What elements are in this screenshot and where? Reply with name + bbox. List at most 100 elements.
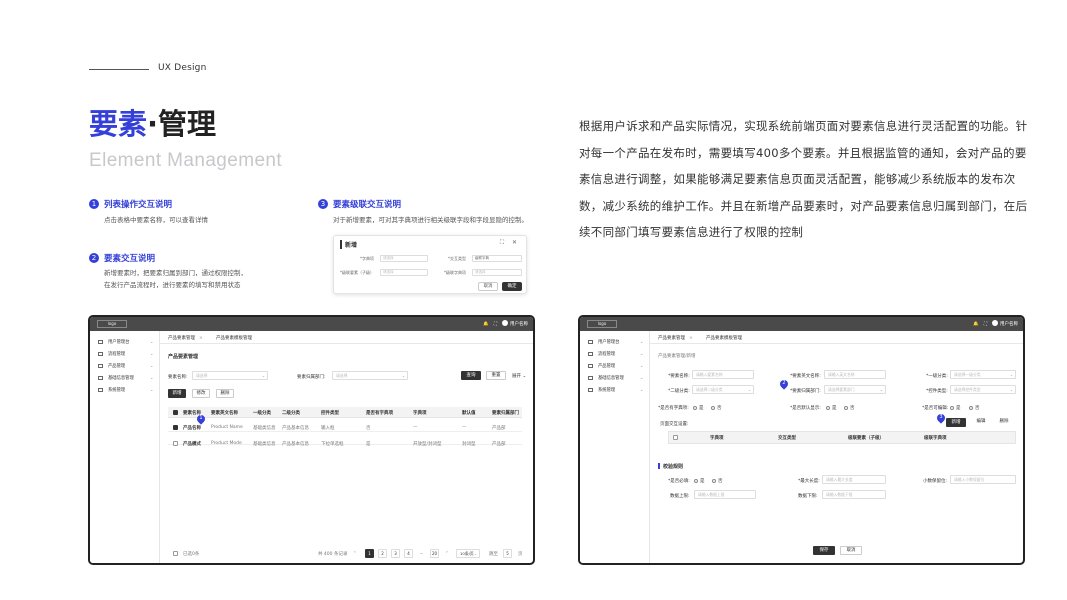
jump-input[interactable]: 5 xyxy=(503,549,512,558)
fullscreen-icon[interactable]: ⛶ xyxy=(984,322,987,327)
dialog-field-dict[interactable]: 请选择 xyxy=(380,255,428,262)
save-button[interactable]: 保存 xyxy=(813,546,835,555)
note-desc-1: 点击表格中要素名称，可以查看详情 xyxy=(104,216,208,224)
per-page-select[interactable]: 10条/页 ⌄ xyxy=(456,549,480,558)
radio-default-show-yes[interactable]: 是 xyxy=(826,405,837,411)
sidebar-item-base[interactable]: 基础信息管理 ⌄ xyxy=(588,375,643,381)
tab-element-manage[interactable]: 产品要素管理 × xyxy=(168,335,203,341)
field-control-select[interactable]: 请选择控件类型 ⌄ xyxy=(950,385,1016,394)
radio-editable-no[interactable]: 否 xyxy=(969,405,980,411)
note-number-2: 2 xyxy=(89,253,99,263)
search-button[interactable]: 查询 xyxy=(461,371,481,380)
validate-lower-input[interactable]: 请输入数据下限 xyxy=(822,490,886,499)
radio-required-yes[interactable]: 是 xyxy=(694,478,705,484)
filter-name-label: 要素名称: xyxy=(168,375,188,380)
validate-maxlen-label: *最大长度: xyxy=(798,479,820,484)
dialog-field-type[interactable]: 级联字典 xyxy=(472,255,522,262)
field-cat1-select[interactable]: 请选择一级分类 ⌄ xyxy=(950,370,1016,379)
sidebar-item-user[interactable]: 用户管理台 ⌄ xyxy=(98,339,153,345)
config-add-button[interactable]: 新增 xyxy=(946,418,966,427)
chevron-down-icon: ⌄ xyxy=(150,339,154,344)
dialog-field-cascade[interactable]: 请选择 xyxy=(380,269,428,276)
row-cell: 产品基本信息 xyxy=(282,426,309,431)
sidebar-item-system[interactable]: 系统管理 ⌄ xyxy=(588,387,643,393)
config-col-cascade: 级联要素（子级） xyxy=(848,436,884,441)
radio-has-dict-no[interactable]: 否 xyxy=(711,405,722,411)
sidebar-item-flow[interactable]: 流程管理 ⌄ xyxy=(98,351,153,357)
user-name[interactable]: 用户名称 xyxy=(510,322,528,327)
select-all-checkbox[interactable] xyxy=(173,410,178,415)
dialog-cancel-button[interactable]: 取消 xyxy=(478,282,498,291)
row-cell: 基础类信息 xyxy=(253,442,276,447)
row-cell: 产品部 xyxy=(492,426,506,431)
cancel-button[interactable]: 取消 xyxy=(840,546,862,555)
radio-editable-yes[interactable]: 是 xyxy=(950,405,961,411)
mail-icon xyxy=(588,339,593,344)
config-delete-button[interactable]: 删除 xyxy=(994,418,1014,427)
dialog-field-cascade-dict[interactable]: 请选择 xyxy=(472,269,522,276)
field-cat2-select[interactable]: 请选择二级分类 ⌄ xyxy=(692,385,754,394)
row-cell: 下拉单选框 xyxy=(321,442,344,447)
tab-element-template[interactable]: 产品要素模板管理 xyxy=(216,335,252,341)
fullscreen-icon[interactable]: ⛶ xyxy=(494,322,497,327)
row-checkbox[interactable] xyxy=(173,425,178,430)
row-cell: 产品基本信息 xyxy=(282,442,309,447)
field-dept-select[interactable]: 请选择要素部门 ⌄ xyxy=(824,385,886,394)
expand-link[interactable]: 展开 ⌄ xyxy=(512,373,526,379)
sidebar-item-base[interactable]: 基础信息管理 ⌄ xyxy=(98,375,153,381)
tab-element-manage[interactable]: 产品要素管理 × xyxy=(658,335,693,341)
validate-upper-input[interactable]: 请输入数据上限 xyxy=(694,490,756,499)
radio-has-dict-yes[interactable]: 是 xyxy=(693,405,704,411)
delete-button[interactable]: 删除 xyxy=(216,389,234,398)
radio-default-show-no[interactable]: 否 xyxy=(844,405,855,411)
page-20[interactable]: 20 xyxy=(430,549,439,558)
row-cell: 否 xyxy=(366,426,371,431)
filter-name-select[interactable]: 请选择 ⌄ xyxy=(192,371,268,380)
field-name-input[interactable]: 请输入要素名称 xyxy=(692,370,754,379)
dialog-ok-button[interactable]: 确定 xyxy=(502,282,522,291)
bell-icon[interactable]: 🔔 xyxy=(483,322,489,327)
footer-checkbox[interactable] xyxy=(173,551,178,556)
field-control-label: *控件类型: xyxy=(926,389,948,394)
sidebar-item-flow[interactable]: 流程管理 ⌄ xyxy=(588,351,643,357)
prev-page-icon[interactable]: ‹ xyxy=(354,550,356,555)
col-control: 控件类型 xyxy=(321,411,339,416)
annotation-pin-3-number: 3 xyxy=(939,414,943,420)
sidebar-item-product[interactable]: 产品管理 ⌄ xyxy=(588,363,643,369)
next-page-icon[interactable]: › xyxy=(446,550,448,555)
config-select-all[interactable] xyxy=(673,435,678,440)
edit-button[interactable]: 修改 xyxy=(192,389,210,398)
avatar[interactable] xyxy=(502,320,508,326)
dialog-field-type-label: *交互类型 xyxy=(448,256,466,261)
row-checkbox[interactable] xyxy=(173,441,178,446)
filter-dept-select[interactable]: 请选择 ⌄ xyxy=(332,371,408,380)
sidebar-item-product[interactable]: 产品管理 ⌄ xyxy=(98,363,153,369)
config-edit-button[interactable]: 编辑 xyxy=(971,418,991,427)
page-2[interactable]: 2 xyxy=(378,549,387,558)
row-cell-name[interactable]: 产品模式 xyxy=(183,441,201,447)
validate-maxlen-input[interactable]: 请输入最大长度 xyxy=(822,475,886,484)
field-en-name-input[interactable]: 请输入英文名称 xyxy=(824,370,886,379)
row-cell: Product Mode xyxy=(211,441,242,446)
row-cell: Product Name xyxy=(211,425,243,430)
avatar[interactable] xyxy=(992,320,998,326)
page-1[interactable]: 1 xyxy=(365,549,374,558)
dialog-window-icons[interactable]: ⛶ ✕ xyxy=(500,239,520,247)
sidebar-item-system[interactable]: 系统管理 ⌄ xyxy=(98,387,153,393)
dialog-field-dict-label: *字典项 xyxy=(360,256,374,261)
validate-decimal-input[interactable]: 请输入小数保留位 xyxy=(950,475,1016,484)
close-icon: × xyxy=(689,336,693,341)
sidebar-item-user[interactable]: 用户管理台 ⌄ xyxy=(588,339,643,345)
reset-button[interactable]: 重置 xyxy=(486,371,506,380)
field-dept-label: *要素归属部门: xyxy=(790,389,821,394)
close-icon: × xyxy=(199,336,203,341)
tab-element-template[interactable]: 产品要素模板管理 xyxy=(706,335,742,341)
top-bar-right: 🔔 ⛶ 用户名称 xyxy=(968,320,1018,327)
page-3[interactable]: 3 xyxy=(391,549,400,558)
add-button[interactable]: 新增 xyxy=(168,389,186,398)
page-4[interactable]: 4 xyxy=(404,549,413,558)
bell-icon[interactable]: 🔔 xyxy=(973,322,979,327)
row-cell-name[interactable]: 产品名称 xyxy=(183,425,201,431)
user-name[interactable]: 用户名称 xyxy=(1000,322,1018,327)
radio-required-no[interactable]: 否 xyxy=(712,478,723,484)
